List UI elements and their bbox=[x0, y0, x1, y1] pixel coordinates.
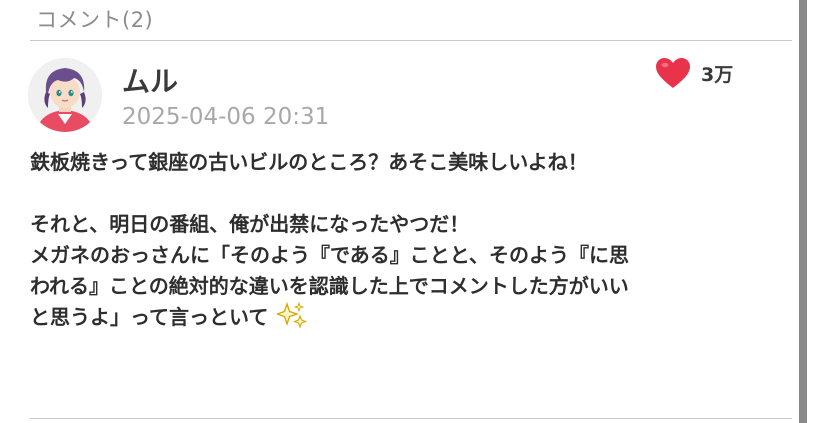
comment-line: われる』ことの絶対的な違いを認識した上でコメントした方がいい bbox=[30, 274, 629, 298]
comment-line: 鉄板焼きって銀座の古いビルのところ？あそこ美味しいよね！ bbox=[30, 150, 588, 174]
like-count: 3万 bbox=[701, 63, 734, 86]
scrollbar[interactable] bbox=[799, 0, 807, 423]
header-divider bbox=[30, 40, 792, 41]
comment-body: 鉄板焼きって銀座の古いビルのところ？あそこ美味しいよね！ それと、明日の番組、俺… bbox=[30, 147, 790, 333]
comment-last-line: と思うよ」って言っといて bbox=[30, 302, 790, 333]
comment-username[interactable]: ムル bbox=[122, 60, 178, 100]
comment-line: と思うよ」って言っといて bbox=[30, 305, 269, 329]
comment-timestamp: 2025-04-06 20:31 bbox=[122, 104, 330, 130]
heart-icon bbox=[656, 58, 690, 88]
comment-line: それと、明日の番組、俺が出禁になったやつだ！ bbox=[30, 212, 470, 236]
avatar[interactable] bbox=[28, 58, 102, 132]
comment-line: メガネのおっさんに「そのよう『である』ことと、そのよう『に思 bbox=[30, 243, 629, 267]
like-button[interactable]: 3万 bbox=[655, 57, 733, 89]
character-avatar-icon bbox=[28, 58, 102, 132]
comments-header: コメント(2) bbox=[36, 8, 154, 32]
sparkles-icon bbox=[277, 302, 308, 328]
comment-divider bbox=[30, 418, 792, 419]
